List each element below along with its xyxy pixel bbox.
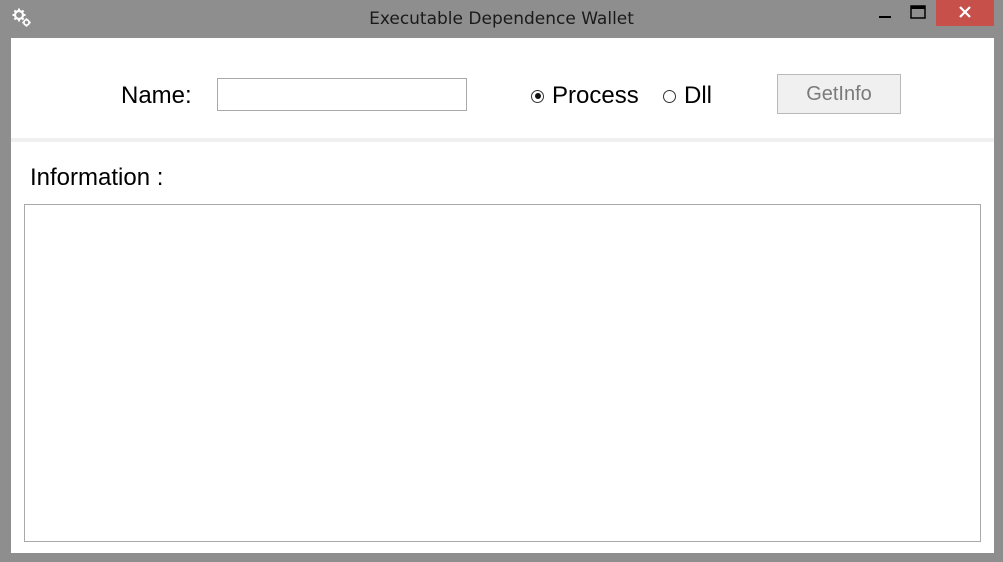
close-button[interactable]	[936, 0, 994, 26]
maximize-icon	[910, 4, 926, 23]
window-title: Executable Dependence Wallet	[369, 9, 634, 29]
process-radio-label[interactable]: Process	[552, 82, 639, 110]
dll-radio-indicator[interactable]	[663, 89, 676, 103]
information-label: Information :	[30, 164, 164, 191]
main-window: Executable Dependence Wallet Name: Proce…	[0, 0, 1003, 562]
panel-divider	[11, 138, 994, 142]
minimize-button[interactable]	[870, 0, 900, 26]
title-bar[interactable]: Executable Dependence Wallet	[0, 0, 1003, 38]
process-radio[interactable]: Process	[531, 82, 639, 110]
close-icon	[958, 4, 972, 23]
query-panel: Name: Process Dll GetInfo	[11, 38, 994, 138]
minimize-icon	[878, 4, 892, 23]
information-textbox[interactable]	[24, 204, 981, 542]
client-area: Name: Process Dll GetInfo Information :	[11, 38, 994, 553]
dll-radio-label[interactable]: Dll	[684, 82, 712, 110]
name-label: Name:	[121, 82, 192, 109]
process-radio-indicator[interactable]	[531, 89, 544, 103]
name-input[interactable]	[217, 78, 467, 111]
getinfo-button[interactable]: GetInfo	[777, 74, 901, 114]
dll-radio[interactable]: Dll	[663, 82, 712, 110]
maximize-button[interactable]	[903, 0, 933, 26]
